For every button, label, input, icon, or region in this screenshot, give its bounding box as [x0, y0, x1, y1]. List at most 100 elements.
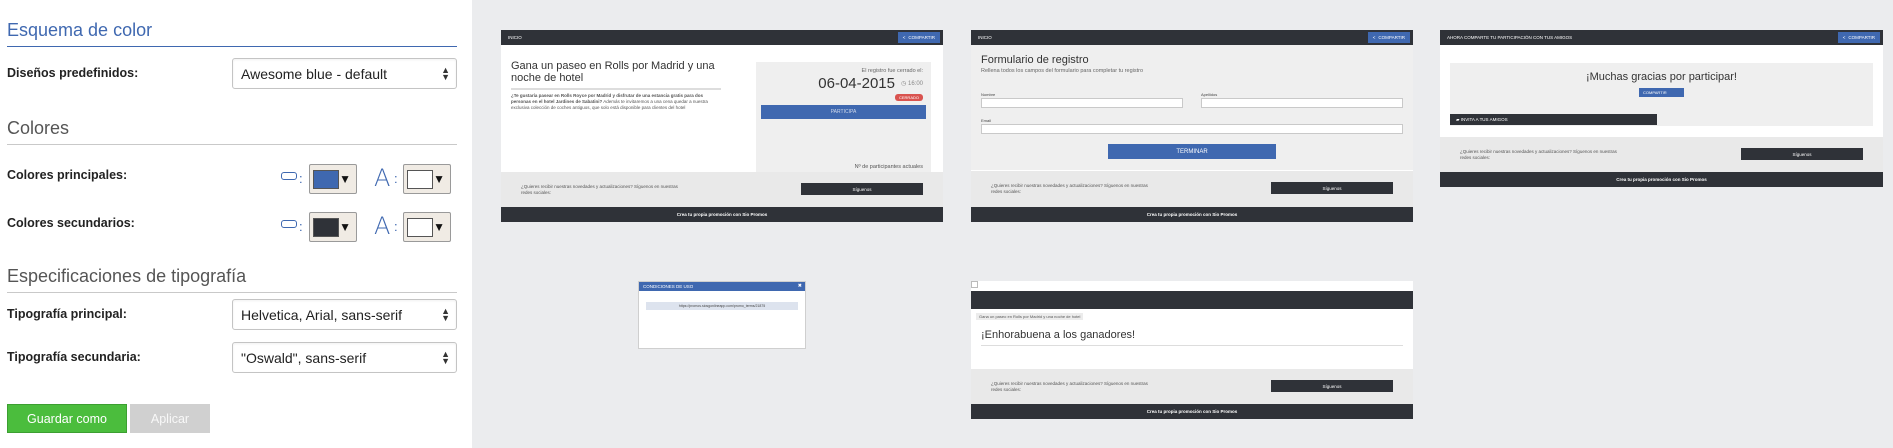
- footer-bar: Crea tu propia promoción con Sio Promos: [971, 404, 1413, 419]
- promo-title: Gana un paseo en Rolls por Madrid y una …: [511, 60, 715, 84]
- close-icon[interactable]: ✖: [798, 283, 802, 289]
- closing-time: ◷ 16:00: [901, 81, 923, 87]
- name-field[interactable]: [981, 98, 1183, 108]
- dropdown-triangle-icon: ▼: [433, 172, 445, 186]
- secondary-font-select[interactable]: "Oswald", sans-serif ▲ ▼: [232, 342, 457, 373]
- closing-date: 06-04-2015: [818, 75, 895, 92]
- form-title: Formulario de registro: [981, 54, 1089, 66]
- modal-title: Condiciones de uso: [643, 284, 694, 289]
- participate-button[interactable]: Participa: [761, 105, 926, 119]
- dropdown-triangle-icon: ▼: [339, 172, 351, 186]
- divider: [981, 345, 1403, 346]
- top-bar: [971, 291, 1413, 309]
- registration-box: El registro fue cerrado el: 06-04-2015 ◷…: [756, 62, 931, 190]
- share-label: Compartir: [1643, 90, 1667, 95]
- primary-font-label: Tipografía principal:: [7, 307, 127, 321]
- background-color-icon: [281, 220, 297, 228]
- predefined-designs-select[interactable]: Awesome blue - default ▲ ▼: [232, 58, 457, 89]
- footer-bar: Crea tu propia promoción con Sio Promos: [971, 207, 1413, 222]
- breadcrumb: Gana un paseo en Rolls por Madrid y una …: [976, 313, 1084, 320]
- preview-terms-modal: Condiciones de uso ✖ https://promos.siosg…: [638, 281, 806, 349]
- share-label: Compartir: [1848, 35, 1875, 40]
- follow-question: ¿Quieres recibir nuestras novedades y ac…: [991, 381, 1148, 392]
- email-field[interactable]: [981, 124, 1403, 134]
- background-color-icon: [281, 172, 297, 180]
- top-bar-label: Ahora comparte tu participación con tus …: [1447, 35, 1573, 40]
- colors-heading: Colores: [7, 118, 457, 145]
- apply-button[interactable]: Aplicar: [130, 404, 210, 433]
- finish-button[interactable]: Terminar: [1108, 144, 1276, 159]
- share-button[interactable]: < Compartir: [1367, 32, 1410, 43]
- share-button[interactable]: < Compartir: [1837, 32, 1880, 43]
- follow-question: ¿Quieres recibir nuestras novedades y ac…: [991, 183, 1148, 194]
- follow-button[interactable]: Síguenos: [801, 183, 923, 195]
- preview-thank-you: Ahora comparte tu participación con tus …: [1440, 30, 1883, 187]
- top-bar-label: Inicio: [508, 35, 522, 40]
- main-text-swatch: [407, 170, 433, 189]
- main-background-swatch: [313, 170, 339, 189]
- secondary-text-color-picker[interactable]: ▼: [403, 212, 451, 242]
- terms-url[interactable]: https://promos.siosgonlineapp.com/promo_…: [646, 302, 798, 310]
- main-background-color-picker[interactable]: ▼: [309, 164, 357, 194]
- main-colors-label: Colores principales:: [7, 168, 128, 182]
- primary-font-value: Helvetica, Arial, sans-serif: [241, 307, 403, 323]
- predefined-designs-value: Awesome blue - default: [241, 66, 388, 82]
- follow-section: ¿Quieres recibir nuestras novedades y ac…: [501, 172, 943, 207]
- invite-friends-button[interactable]: ▰ Invita a tus amigos: [1450, 114, 1657, 125]
- share-label: Compartir: [908, 35, 935, 40]
- secondary-background-swatch: [313, 218, 339, 237]
- secondary-text-swatch: [407, 218, 433, 237]
- secondary-background-color-picker[interactable]: ▼: [309, 212, 357, 242]
- top-bar: Ahora comparte tu participación con tus …: [1440, 30, 1883, 45]
- follow-question: ¿Quieres recibir nuestras novedades y ac…: [521, 184, 678, 195]
- modal-header: Condiciones de uso ✖: [639, 282, 805, 291]
- name-label: Nombre: [981, 92, 996, 97]
- select-arrows-icon: ▲ ▼: [441, 65, 450, 82]
- share-label: Compartir: [1378, 35, 1405, 40]
- preview-area: Inicio < Compartir Gana un paseo en Rolls…: [472, 0, 1893, 448]
- text-color-icon: A: [374, 164, 391, 192]
- follow-button[interactable]: Síguenos: [1271, 182, 1393, 194]
- top-bar-label: Inicio: [978, 35, 992, 40]
- share-icon: <: [1842, 35, 1846, 40]
- follow-button[interactable]: Síguenos: [1271, 380, 1393, 392]
- thanks-message: ¡Muchas gracias por participar!: [1585, 71, 1737, 83]
- secondary-font-value: "Oswald", sans-serif: [241, 350, 367, 366]
- colon: :: [394, 219, 398, 234]
- share-icon: <: [1372, 35, 1376, 40]
- secondary-colors-label: Colores secundarios:: [7, 216, 135, 230]
- main-text-color-picker[interactable]: ▼: [403, 164, 451, 194]
- save-as-button[interactable]: Guardar como: [7, 404, 127, 433]
- share-button[interactable]: < Compartir: [897, 32, 940, 43]
- dropdown-triangle-icon: ▼: [339, 220, 351, 234]
- follow-section: ¿Quieres recibir nuestras novedades y ac…: [971, 171, 1413, 207]
- dropdown-triangle-icon: ▼: [433, 220, 445, 234]
- text-color-icon: A: [374, 212, 391, 240]
- promo-description: ¿Te gustaría pasear en Rolls Royce por M…: [511, 93, 721, 111]
- secondary-font-label: Tipografía secundaria:: [7, 350, 141, 364]
- preview-winners: Gana un paseo en Rolls por Madrid y una …: [971, 281, 1413, 419]
- top-bar: Inicio < Compartir: [501, 30, 943, 45]
- email-label: Email: [981, 118, 992, 123]
- broken-image-icon: [971, 281, 978, 288]
- participants-label: Nº de participantes actuales: [854, 164, 923, 170]
- preview-registration-form: Inicio < Compartir Formulario de registro…: [971, 30, 1413, 222]
- primary-font-select[interactable]: Helvetica, Arial, sans-serif ▲ ▼: [232, 299, 457, 330]
- follow-section: ¿Quieres recibir nuestras novedades y ac…: [1440, 137, 1883, 172]
- closing-time-value: 16:00: [907, 81, 923, 87]
- surname-label: Apellidos: [1201, 92, 1218, 97]
- share-icon: <: [902, 35, 906, 40]
- form-subtitle: Rellena todos los campos del formulario …: [981, 68, 1144, 74]
- follow-section: ¿Quieres recibir nuestras novedades y ac…: [971, 369, 1413, 404]
- color-scheme-heading: Esquema de color: [7, 20, 457, 47]
- invite-friends-label: Invita a tus amigos: [1460, 117, 1508, 122]
- follow-button[interactable]: Síguenos: [1741, 148, 1863, 160]
- colon: :: [394, 171, 398, 186]
- colon: :: [299, 219, 303, 234]
- share-button[interactable]: Compartir: [1639, 88, 1684, 97]
- predefined-designs-label: Diseños predefinidos:: [7, 66, 139, 80]
- surname-field[interactable]: [1201, 98, 1403, 108]
- registration-closed-label: El registro fue cerrado el:: [861, 68, 923, 74]
- footer-bar: Crea tu propia promoción con Sio Promos: [501, 207, 943, 222]
- typography-heading: Especificaciones de tipografía: [7, 266, 457, 293]
